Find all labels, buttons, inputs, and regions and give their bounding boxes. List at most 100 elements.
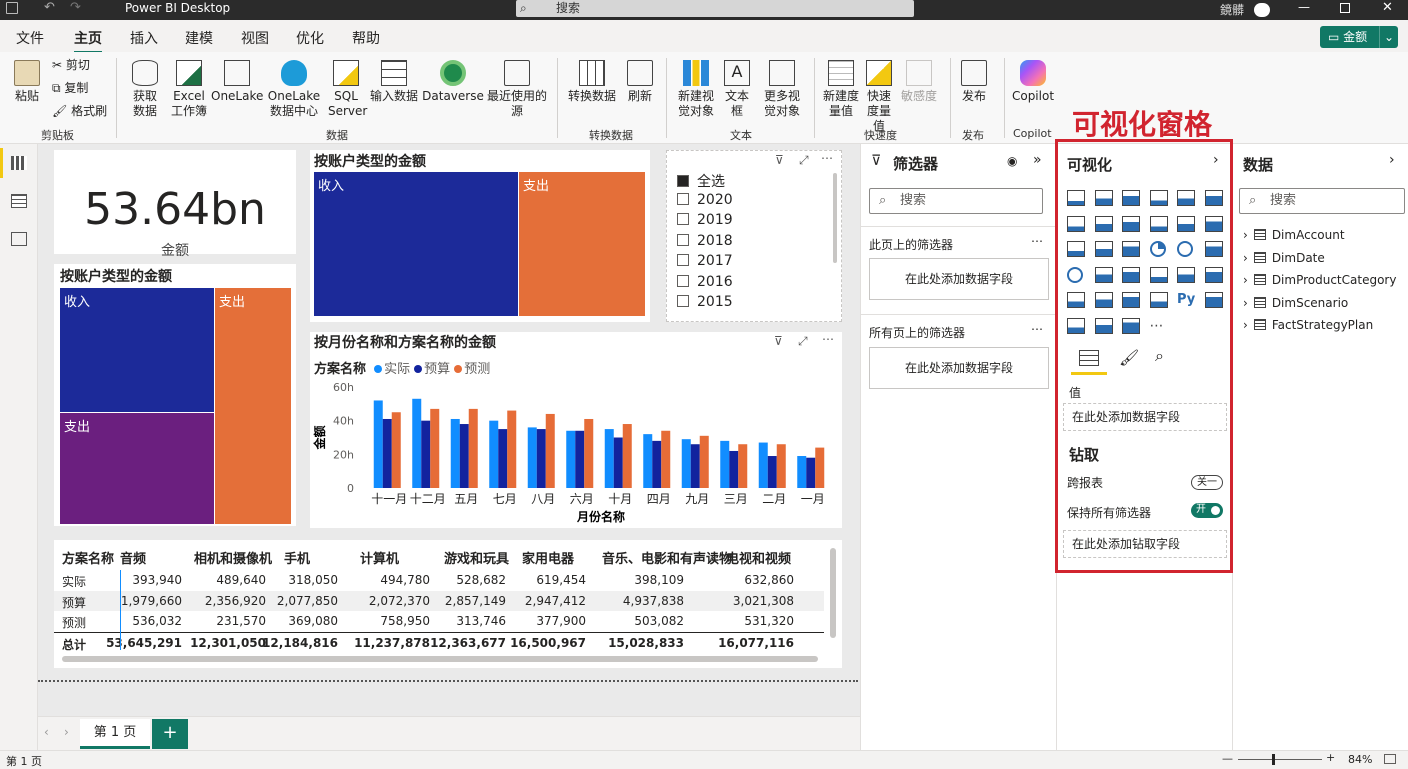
data-table-item[interactable]: › DimScenario — [1243, 296, 1348, 310]
chevron-down-icon[interactable]: ⌄ — [1378, 26, 1394, 48]
bar-1-7[interactable] — [604, 429, 614, 488]
checkbox-icon[interactable] — [677, 233, 689, 246]
treemap-1-expense[interactable]: 支出 — [519, 172, 645, 316]
checkbox-icon[interactable] — [677, 213, 689, 225]
save-icon[interactable] — [6, 2, 18, 14]
analytics-icon[interactable]: ⌕ — [1155, 346, 1164, 366]
data-table-item[interactable]: › DimAccount — [1243, 228, 1345, 242]
checkbox-checked-icon[interactable] — [677, 175, 689, 187]
copy-button[interactable]: ⧉ 复制 — [52, 81, 88, 96]
zoom-slider[interactable] — [1238, 759, 1322, 760]
quick-measure-button[interactable]: 快速度量值 — [864, 60, 894, 134]
chevron-right-icon[interactable]: › — [1389, 152, 1395, 168]
table-row[interactable]: 预算 1,979,660 2,356,920 2,077,850 2,072,370 2,… — [54, 590, 824, 611]
bar-2-2[interactable] — [421, 420, 431, 488]
sensitivity-button[interactable]: 敏感度 — [898, 60, 940, 104]
filter-icon[interactable]: ⊽ — [775, 153, 784, 167]
tab-view[interactable]: 视图 — [241, 28, 269, 48]
new-measure-button[interactable]: 新建度量值 — [820, 60, 862, 119]
bar-1-6[interactable] — [566, 430, 576, 488]
stacked-column-icon[interactable] — [1094, 190, 1113, 206]
refresh-button[interactable]: 刷新 — [622, 60, 658, 104]
table-icon[interactable] — [1094, 292, 1113, 308]
slicer-item[interactable]: 2015 — [677, 294, 733, 310]
tab-optimize[interactable]: 优化 — [296, 28, 324, 48]
bar-3-9[interactable] — [699, 435, 709, 488]
100-bar-icon[interactable] — [1177, 190, 1195, 206]
get-data-button[interactable]: 获取数据 — [124, 60, 166, 119]
paste-button[interactable]: 粘贴 — [10, 60, 44, 104]
bar-2-3[interactable] — [459, 424, 469, 488]
clustered-bar-icon[interactable] — [1122, 190, 1140, 206]
chevron-right-icon[interactable]: › — [1243, 273, 1248, 287]
donut-icon[interactable] — [1177, 241, 1193, 257]
slicer-item[interactable]: 2020 — [677, 192, 733, 208]
table-row[interactable]: 实际 393,940 489,640 318,050 494,780 528,682 619… — [54, 570, 824, 590]
treemap-2-expense[interactable]: 支出 — [215, 288, 291, 524]
bar-3-1[interactable] — [391, 412, 401, 488]
build-visual-icon[interactable] — [1079, 350, 1099, 366]
undo-icon[interactable]: ↶ — [44, 0, 55, 15]
bar-1-11[interactable] — [758, 442, 768, 488]
bar-2-10[interactable] — [729, 450, 739, 488]
line-clustered-icon[interactable] — [1177, 215, 1195, 232]
checkbox-icon[interactable] — [677, 295, 689, 307]
textbox-button[interactable]: A 文本框 — [722, 60, 752, 119]
data-table-item[interactable]: › DimProductCategory — [1243, 273, 1396, 287]
waterfall-icon[interactable] — [1067, 241, 1085, 257]
slicer-scrollbar[interactable] — [833, 173, 837, 263]
zoom-thumb[interactable] — [1272, 754, 1275, 765]
bar-2-7[interactable] — [613, 437, 623, 489]
tab-file[interactable]: 文件 — [16, 28, 44, 48]
copilot-button[interactable]: Copilot — [1008, 60, 1058, 104]
minimize-icon[interactable]: — — [1298, 0, 1310, 14]
chevron-right-icon[interactable]: › — [1243, 296, 1248, 310]
tab-help[interactable]: 帮助 — [352, 28, 380, 48]
data-table-item[interactable]: › FactStrategyPlan — [1243, 318, 1373, 332]
slicer-select-all[interactable]: 全选 — [677, 171, 725, 191]
dataverse-button[interactable]: Dataverse — [422, 60, 484, 104]
bar-2-11[interactable] — [767, 456, 777, 488]
excel-button[interactable]: Excel 工作簿 — [168, 60, 210, 119]
bar-3-5[interactable] — [545, 413, 555, 488]
multirow-card-icon[interactable] — [1177, 266, 1195, 283]
matrix-column-header[interactable]: 相机和摄像机 — [194, 548, 272, 567]
line-column-icon[interactable] — [1149, 215, 1168, 232]
zoom-level[interactable]: 84% — [1348, 753, 1372, 766]
page-tab-1[interactable]: 第 1 页 — [80, 719, 150, 749]
stacked-area-icon[interactable] — [1122, 215, 1140, 232]
sort-chevron-icon[interactable]: ⌄ — [64, 556, 72, 567]
bar-2-8[interactable] — [652, 440, 662, 488]
bar-1-9[interactable] — [681, 439, 691, 488]
data-search[interactable]: ⌕ 搜索 — [1239, 188, 1405, 214]
treemap-visual-2[interactable]: 按账户类型的金额 收入 支出 支出 — [54, 264, 296, 526]
bar-2-9[interactable] — [690, 444, 700, 488]
onelake-button[interactable]: OneLake — [211, 60, 263, 104]
key-influencers-icon[interactable] — [1204, 292, 1223, 308]
line-chart-icon[interactable] — [1067, 215, 1085, 232]
matrix-column-header[interactable]: 音乐、电影和有声读物 — [602, 548, 732, 567]
slicer-item[interactable]: 2016 — [677, 274, 733, 290]
slicer-item[interactable]: 2019 — [677, 212, 733, 228]
pie-icon[interactable] — [1149, 241, 1166, 257]
report-view-icon[interactable] — [0, 148, 3, 178]
report-icon[interactable] — [11, 156, 27, 170]
chevron-right-icon[interactable]: › — [1243, 251, 1248, 265]
more-options-icon[interactable]: ⋯ — [1031, 234, 1043, 248]
smart-narrative-icon[interactable] — [1094, 317, 1113, 334]
next-page-icon[interactable]: › — [64, 725, 69, 739]
matrix-column-header[interactable]: 电视和视频 — [726, 548, 791, 567]
transform-data-button[interactable]: 转换数据 — [564, 60, 620, 104]
focus-mode-icon[interactable]: ⤢ — [799, 153, 809, 168]
format-painter-button[interactable]: 🖌 格式刷 — [52, 104, 107, 119]
enter-data-button[interactable]: 输入数据 — [368, 60, 420, 104]
share-button[interactable]: ▭ 金额 ⌄ — [1320, 26, 1398, 48]
user-name[interactable]: 鏡髒 — [1220, 1, 1244, 18]
bar-1-5[interactable] — [527, 427, 537, 488]
bar-2-4[interactable] — [498, 429, 508, 488]
checkbox-icon[interactable] — [677, 192, 689, 205]
stacked-bar-icon[interactable] — [1067, 190, 1085, 206]
slicer-item[interactable]: 2017 — [677, 253, 733, 269]
matrix-horizontal-scrollbar[interactable] — [62, 656, 818, 662]
matrix-vertical-scrollbar[interactable] — [830, 548, 836, 638]
